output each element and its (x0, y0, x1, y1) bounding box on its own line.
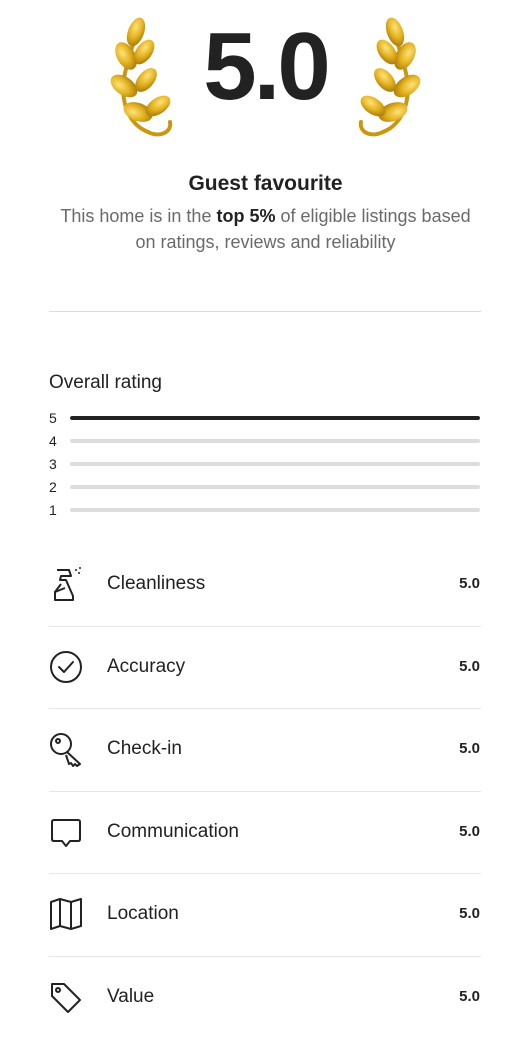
category-score: 5.0 (459, 822, 480, 840)
rating-bar-row: 4 (49, 431, 481, 454)
reviews-summary: 5.0 Guest favourite This home is in the … (0, 0, 531, 1051)
rating-bar-track (70, 508, 480, 512)
category-label: Communication (107, 820, 239, 842)
category-score: 5.0 (459, 740, 480, 757)
rating-bar-row: 3 (49, 454, 481, 477)
category-row-value: Value 5.0 (49, 957, 481, 1039)
category-row-communication: Communication 5.0 (49, 792, 481, 874)
overall-rating-title: Overall rating (49, 372, 162, 393)
category-label: Cleanliness (107, 573, 206, 594)
map-icon (50, 898, 82, 930)
guest-favourite-description: This home is in the top 5% of eligible l… (50, 203, 481, 255)
description-prefix: This home is in the (60, 206, 217, 226)
rating-bar-track (70, 416, 480, 420)
category-label: Location (107, 903, 179, 924)
rating-bar-label: 1 (49, 502, 57, 518)
category-row-location: Location 5.0 (49, 874, 481, 957)
check-circle-icon (50, 650, 82, 683)
overall-score: 5.0 (203, 13, 330, 120)
category-row-accuracy: Accuracy 5.0 (49, 627, 481, 709)
spray-bottle-icon (54, 567, 81, 601)
rating-distribution: 5 4 3 2 1 (49, 408, 481, 523)
rating-bar-label: 2 (49, 479, 57, 495)
rating-bar-fill (70, 416, 480, 420)
rating-bar-row: 1 (49, 500, 481, 523)
section-divider (49, 311, 481, 312)
message-bubble-icon (51, 818, 81, 847)
category-score: 5.0 (459, 987, 480, 1005)
rating-bar-track (70, 462, 480, 466)
price-tag-icon (51, 982, 81, 1013)
category-score: 5.0 (459, 657, 480, 675)
category-label: Value (107, 985, 155, 1007)
rating-bar-label: 4 (49, 433, 57, 449)
category-row-check-in: Check-in 5.0 (49, 709, 481, 792)
category-row-cleanliness: Cleanliness 5.0 (49, 544, 481, 627)
description-highlight: top 5% (216, 206, 276, 226)
rating-bar-track (70, 439, 480, 443)
category-ratings: Cleanliness 5.0 Accuracy 5.0 Check-in 5.… (49, 544, 481, 1038)
category-score: 5.0 (459, 575, 480, 592)
rating-bar-row: 5 (49, 408, 481, 431)
guest-favourite-title: Guest favourite (188, 172, 343, 195)
category-label: Check-in (107, 738, 182, 759)
key-icon (50, 733, 81, 767)
rating-bar-label: 5 (49, 410, 57, 426)
rating-bar-track (70, 485, 480, 489)
rating-bar-label: 3 (49, 456, 57, 472)
rating-bar-row: 2 (49, 477, 481, 500)
guest-favourite-hero: 5.0 (0, 0, 531, 175)
category-score: 5.0 (459, 905, 480, 922)
category-label: Accuracy (107, 655, 186, 677)
